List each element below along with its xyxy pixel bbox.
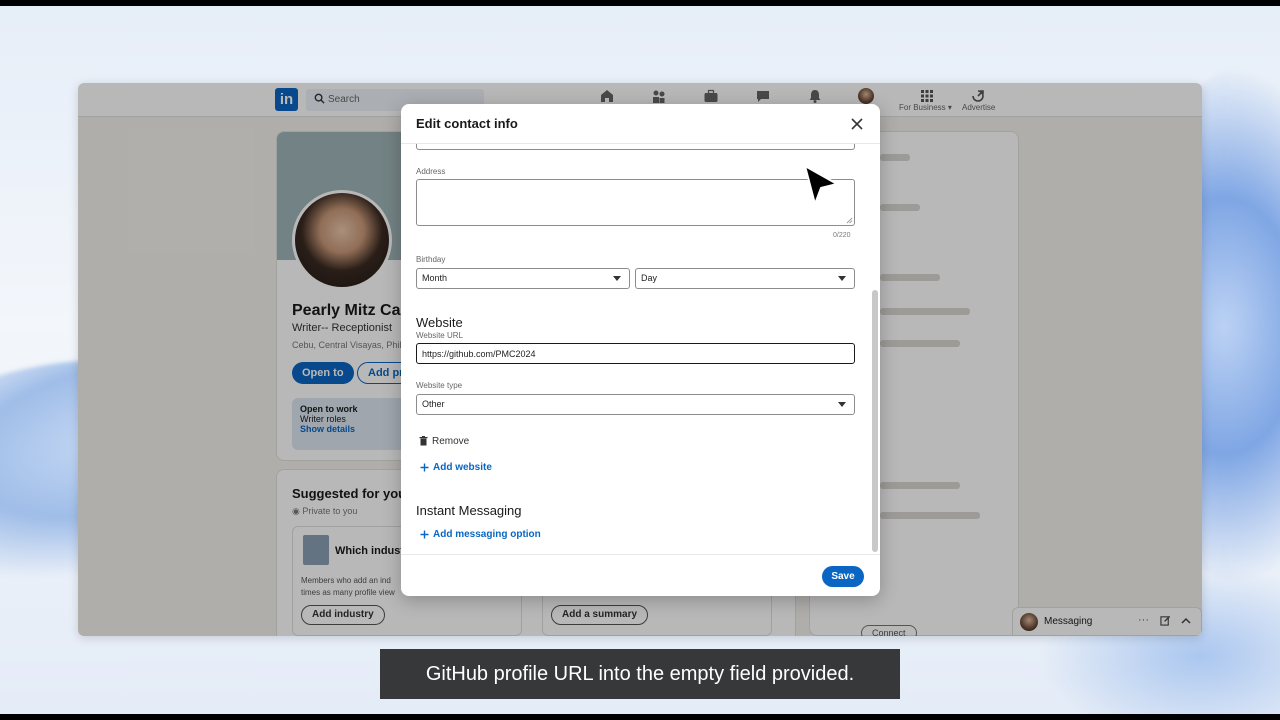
video-letterbox-bottom — [0, 714, 1280, 720]
address-textarea[interactable] — [416, 179, 855, 226]
modal-footer: Save — [401, 554, 880, 596]
birthday-month-select[interactable]: Month — [416, 268, 630, 289]
website-url-label: Website URL — [416, 331, 463, 340]
save-button[interactable]: Save — [822, 566, 864, 587]
add-website-button[interactable]: Add website — [420, 459, 492, 475]
mouse-cursor-icon — [804, 165, 838, 205]
remove-label: Remove — [432, 435, 470, 447]
website-url-input[interactable] — [416, 343, 855, 364]
add-messaging-option-button[interactable]: Add messaging option — [420, 526, 541, 542]
birthday-label: Birthday — [416, 255, 446, 264]
plus-icon — [420, 463, 429, 471]
remove-website-button[interactable]: Remove — [419, 433, 469, 449]
day-value: Day — [641, 273, 658, 283]
add-messaging-label: Add messaging option — [433, 528, 541, 540]
website-type-label: Website type — [416, 381, 463, 390]
previous-field-bottom-edge[interactable] — [416, 144, 855, 150]
website-type-select[interactable]: Other — [416, 394, 855, 415]
website-type-value: Other — [422, 399, 445, 409]
website-section-title: Website — [416, 315, 463, 330]
chevron-down-icon — [838, 402, 846, 407]
chevron-down-icon — [838, 276, 846, 281]
close-icon[interactable] — [850, 117, 864, 131]
resize-grip-icon[interactable] — [846, 217, 853, 224]
birthday-day-select[interactable]: Day — [635, 268, 855, 289]
plus-icon — [420, 530, 429, 538]
trash-icon — [419, 436, 428, 446]
add-website-label: Add website — [433, 461, 492, 473]
video-caption: GitHub profile URL into the empty field … — [380, 649, 900, 699]
chevron-down-icon — [613, 276, 621, 281]
address-label: Address — [416, 167, 446, 176]
month-value: Month — [422, 273, 448, 283]
instant-messaging-section-title: Instant Messaging — [416, 503, 522, 518]
address-char-count: 0/220 — [833, 232, 851, 239]
modal-title: Edit contact info — [416, 116, 518, 131]
scrollbar-thumb[interactable] — [872, 290, 878, 552]
modal-header: Edit contact info — [401, 104, 880, 144]
